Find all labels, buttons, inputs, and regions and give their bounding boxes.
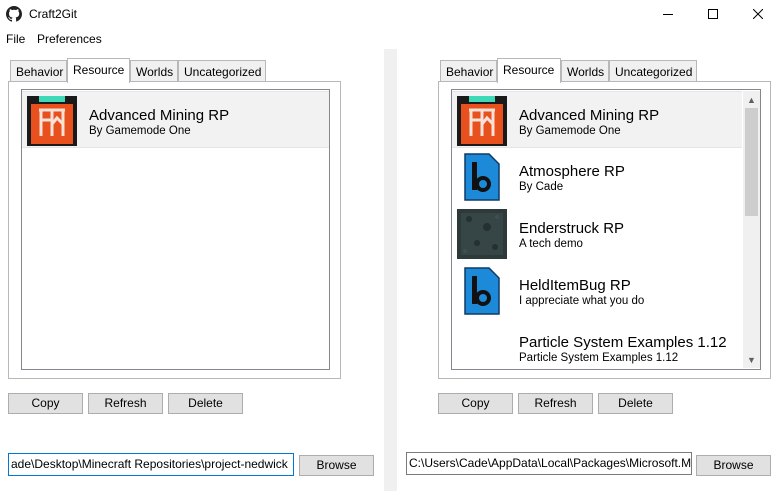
list-item[interactable]: HeldItemBug RP I appreciate what you do xyxy=(452,262,742,319)
close-icon xyxy=(753,9,763,19)
right-tab-behavior[interactable]: Behavior xyxy=(440,60,497,82)
close-button[interactable] xyxy=(735,0,781,28)
right-list-scrollbar[interactable]: ▲ ▼ xyxy=(743,91,760,368)
right-tab-uncategorized[interactable]: Uncategorized xyxy=(609,60,697,82)
left-path-input[interactable]: ade\Desktop\Minecraft Repositories\proje… xyxy=(8,453,294,476)
left-delete-button[interactable]: Delete xyxy=(168,393,243,414)
list-item-title: Enderstruck RP xyxy=(519,220,625,237)
list-item[interactable]: Atmosphere RP By Cade xyxy=(452,148,742,205)
list-item-title: Advanced Mining RP xyxy=(89,107,230,124)
right-tab-panel: Advanced Mining RP By Gamemode One Atmos… xyxy=(438,81,771,379)
list-item-title: HeldItemBug RP xyxy=(519,277,631,294)
left-tab-panel: Advanced Mining RP By Gamemode One xyxy=(8,81,341,379)
list-item[interactable]: Particle System Examples 1.12 Particle S… xyxy=(452,319,742,369)
list-item-subtitle: A tech demo xyxy=(519,238,583,250)
right-tab-resource[interactable]: Resource xyxy=(497,58,561,83)
left-tab-worlds[interactable]: Worlds xyxy=(130,60,178,82)
menu-bar: File Preferences xyxy=(0,29,781,49)
list-item-subtitle: Particle System Examples 1.12 xyxy=(519,352,679,364)
left-pane: Behavior Resource Worlds Uncategorized A… xyxy=(0,49,384,491)
scroll-down-icon[interactable]: ▼ xyxy=(743,351,760,368)
left-tab-uncategorized[interactable]: Uncategorized xyxy=(178,60,266,82)
pack-blue-icon xyxy=(464,267,500,315)
list-item-title: Atmosphere RP xyxy=(519,163,625,180)
github-icon xyxy=(6,6,22,22)
minimize-icon xyxy=(663,14,673,15)
left-browse-button[interactable]: Browse xyxy=(299,455,374,476)
list-item-subtitle: By Gamemode One xyxy=(519,125,621,137)
right-refresh-button[interactable]: Refresh xyxy=(518,393,593,414)
left-pack-list[interactable]: Advanced Mining RP By Gamemode One xyxy=(21,89,330,370)
list-item-subtitle: By Gamemode One xyxy=(89,125,191,137)
right-delete-button[interactable]: Delete xyxy=(598,393,673,414)
list-item-subtitle: I appreciate what you do xyxy=(519,295,645,307)
window-title: Craft2Git xyxy=(29,7,78,21)
left-tab-resource[interactable]: Resource xyxy=(67,58,130,83)
right-browse-button[interactable]: Browse xyxy=(696,455,771,476)
list-item[interactable]: Advanced Mining RP By Gamemode One xyxy=(452,91,742,148)
list-item[interactable]: Advanced Mining RP By Gamemode One xyxy=(22,91,329,148)
advanced-mining-icon xyxy=(457,96,507,146)
list-item-title: Particle System Examples 1.12 xyxy=(519,334,727,351)
enderstruck-icon xyxy=(457,209,507,259)
left-tab-behavior[interactable]: Behavior xyxy=(10,60,67,82)
right-path-input[interactable]: C:\Users\Cade\AppData\Local\Packages\Mic… xyxy=(406,452,692,475)
right-copy-button[interactable]: Copy xyxy=(438,393,513,414)
right-tab-worlds[interactable]: Worlds xyxy=(561,60,609,82)
maximize-icon xyxy=(708,9,718,19)
title-bar: Craft2Git xyxy=(0,0,781,28)
left-copy-button[interactable]: Copy xyxy=(8,393,83,414)
pack-blue-icon xyxy=(464,153,500,201)
left-tabstrip: Behavior Resource Worlds Uncategorized xyxy=(10,58,270,83)
list-item[interactable]: Enderstruck RP A tech demo xyxy=(452,205,742,262)
right-tabstrip: Behavior Resource Worlds Uncategorized xyxy=(440,58,700,83)
scroll-thumb[interactable] xyxy=(745,108,758,216)
list-item-subtitle: By Cade xyxy=(519,181,564,193)
right-pack-list[interactable]: Advanced Mining RP By Gamemode One Atmos… xyxy=(451,89,761,370)
advanced-mining-icon xyxy=(27,96,77,146)
right-pane: Behavior Resource Worlds Uncategorized A… xyxy=(397,49,781,491)
left-refresh-button[interactable]: Refresh xyxy=(88,393,163,414)
list-item-title: Advanced Mining RP xyxy=(519,107,660,124)
minimize-button[interactable] xyxy=(645,0,691,28)
menu-preferences[interactable]: Preferences xyxy=(37,32,102,46)
maximize-button[interactable] xyxy=(690,0,736,28)
menu-file[interactable]: File xyxy=(6,32,25,46)
scroll-up-icon[interactable]: ▲ xyxy=(743,91,760,108)
